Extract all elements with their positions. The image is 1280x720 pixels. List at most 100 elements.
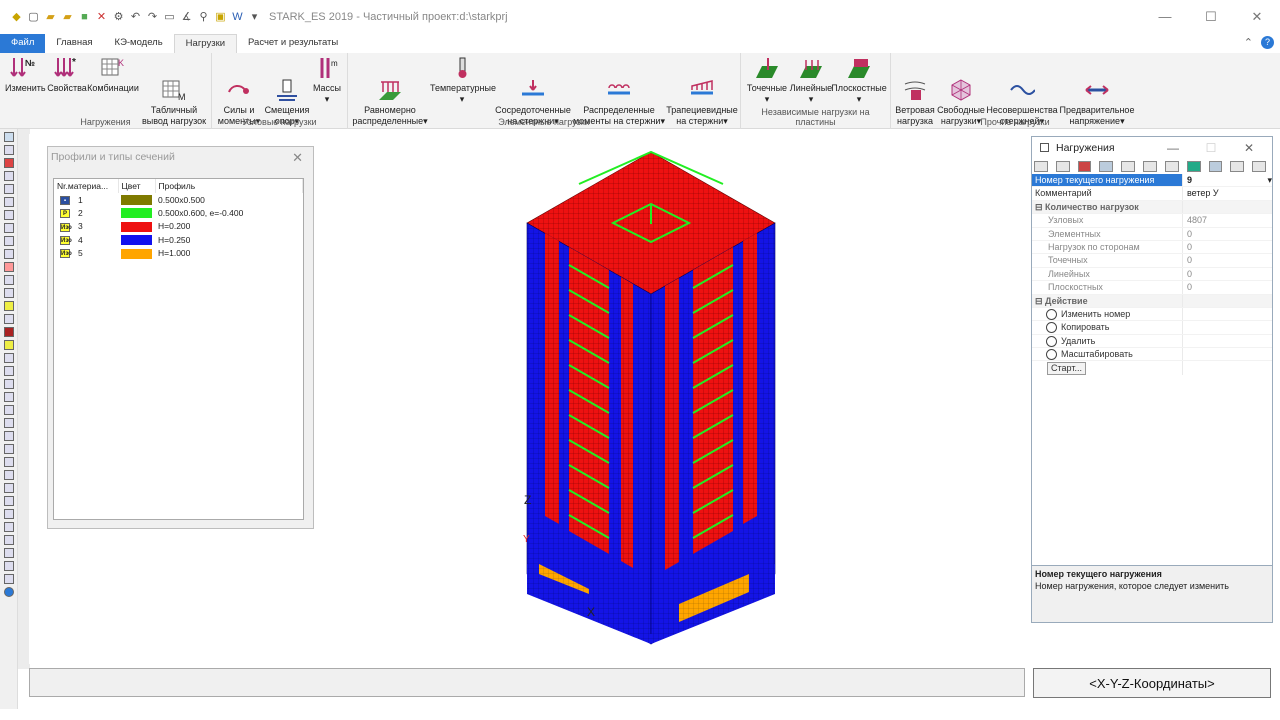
tool-icon[interactable]: [1164, 161, 1179, 172]
maximize-icon[interactable]: ☐: [1192, 137, 1230, 159]
column-header[interactable]: Nr.материа...: [54, 179, 119, 193]
comment-row[interactable]: Комментарий ветер У: [1032, 187, 1272, 201]
tool-icon[interactable]: [4, 171, 14, 181]
tool-icon[interactable]: [4, 366, 14, 376]
new-icon[interactable]: ▢: [27, 11, 40, 24]
action-radio-delete[interactable]: Удалить: [1032, 334, 1272, 349]
tool-icon[interactable]: [1099, 161, 1114, 172]
collapse-icon[interactable]: ⊟: [1035, 202, 1045, 212]
tool-icon[interactable]: [4, 132, 14, 142]
column-header[interactable]: Цвет: [118, 179, 156, 193]
tool-icon[interactable]: [4, 418, 14, 428]
tool-icon[interactable]: [1034, 161, 1048, 172]
tool-icon[interactable]: [4, 223, 14, 233]
close-icon[interactable]: ✕: [292, 147, 303, 168]
tool-icon[interactable]: [4, 522, 14, 532]
tab-file[interactable]: Файл: [0, 34, 46, 53]
help-icon[interactable]: ?: [1261, 36, 1274, 49]
line-loads-button[interactable]: Линейные ▾: [789, 56, 833, 105]
category-action[interactable]: ⊟ Действие: [1032, 294, 1272, 308]
undo-icon[interactable]: ↶: [129, 11, 142, 24]
tool-icon[interactable]: [4, 184, 14, 194]
delete-icon[interactable]: ✕: [95, 11, 108, 24]
tool-icon[interactable]: [4, 574, 14, 584]
tool-icon[interactable]: [4, 340, 14, 350]
close-icon[interactable]: ✕: [1230, 137, 1268, 159]
tool-icon[interactable]: [4, 483, 14, 493]
tool-icon[interactable]: [1186, 161, 1201, 172]
tool-icon[interactable]: [4, 353, 14, 363]
tool-icon[interactable]: [4, 197, 14, 207]
table-row[interactable]: Изо 4 H=0.250: [54, 233, 303, 246]
tool-icon[interactable]: [1230, 161, 1245, 172]
radio-button[interactable]: [1046, 349, 1057, 361]
table-row[interactable]: ▪ 1 0.500x0.500: [54, 193, 303, 206]
action-radio-scale[interactable]: Масштабировать: [1032, 348, 1272, 362]
tool-icon[interactable]: [4, 262, 14, 272]
tool-icon[interactable]: [1077, 161, 1092, 172]
redo-icon[interactable]: ↷: [146, 11, 159, 24]
chevron-down-icon[interactable]: ▾: [1267, 174, 1272, 186]
tool-icon[interactable]: [4, 301, 14, 311]
tool-icon[interactable]: [4, 457, 14, 467]
temperature-button[interactable]: Температурные ▾: [430, 56, 496, 105]
action-radio-rename[interactable]: Изменить номер: [1032, 307, 1272, 322]
info-icon[interactable]: [4, 587, 14, 597]
tool-icon[interactable]: [4, 444, 14, 454]
word-icon[interactable]: W: [231, 11, 244, 24]
category-counts[interactable]: ⊟ Количество нагрузок: [1032, 200, 1272, 215]
table-row[interactable]: P2 0.500x0.600, e=-0.400: [54, 206, 303, 219]
table-row[interactable]: Изо 5 H=1.000: [54, 247, 303, 260]
tool-icon[interactable]: [1208, 161, 1223, 172]
tab-fe-model[interactable]: КЭ-модель: [104, 34, 174, 53]
minimize-icon[interactable]: —: [1154, 137, 1192, 159]
tool-icon[interactable]: [4, 561, 14, 571]
close-button[interactable]: ✕: [1234, 0, 1280, 34]
current-load-value[interactable]: 9 ▾: [1182, 174, 1272, 187]
current-load-row[interactable]: Номер текущего нагружения 9 ▾: [1032, 174, 1272, 188]
radio-button[interactable]: [1046, 335, 1057, 347]
tool-icon[interactable]: [4, 236, 14, 246]
tab-results[interactable]: Расчет и результаты: [237, 34, 349, 53]
dropdown-icon[interactable]: ▾: [248, 11, 261, 24]
tool-icon[interactable]: [4, 431, 14, 441]
tool-icon[interactable]: [4, 288, 14, 298]
tool-icon[interactable]: [4, 275, 14, 285]
collapse-icon[interactable]: ⊟: [1035, 296, 1045, 306]
save-icon[interactable]: ■: [78, 11, 91, 24]
combinations-button[interactable]: K Комбинации: [86, 56, 140, 94]
zoom-icon[interactable]: ⚲: [197, 11, 210, 24]
tool-icon[interactable]: [1252, 161, 1266, 172]
column-header[interactable]: Профиль: [155, 179, 303, 193]
tool-icon[interactable]: [4, 314, 14, 324]
tool-icon[interactable]: [4, 249, 14, 259]
tool-icon[interactable]: [1055, 161, 1070, 172]
open-icon[interactable]: ▰: [44, 11, 57, 24]
print-icon[interactable]: ▭: [163, 11, 176, 24]
area-loads-button[interactable]: Плоскостные ▾: [831, 56, 887, 105]
edit-button[interactable]: № Изменить: [5, 56, 46, 94]
tool-icon[interactable]: [4, 379, 14, 389]
tool-icon[interactable]: [4, 548, 14, 558]
masses-button[interactable]: m Массы ▾: [310, 56, 344, 105]
tool-icon[interactable]: [4, 145, 14, 155]
measure-icon[interactable]: ∡: [180, 11, 193, 24]
radio-button[interactable]: [1046, 322, 1057, 334]
collapse-ribbon-icon[interactable]: ⌃: [1244, 36, 1253, 49]
tool-icon[interactable]: [1143, 161, 1157, 172]
properties-button[interactable]: * Свойства: [46, 56, 88, 94]
tool-icon[interactable]: [4, 158, 14, 168]
tool-icon[interactable]: [4, 509, 14, 519]
table-row[interactable]: Изо 3 H=0.200: [54, 220, 303, 233]
tool-icon[interactable]: [4, 535, 14, 545]
radio-button[interactable]: [1046, 309, 1057, 321]
minimize-button[interactable]: —: [1142, 0, 1188, 34]
open-folder-icon[interactable]: ▰: [61, 11, 74, 24]
image-icon[interactable]: ▣: [214, 11, 227, 24]
action-radio-copy[interactable]: Копировать: [1032, 321, 1272, 335]
maximize-button[interactable]: ☐: [1188, 0, 1234, 34]
tool-icon[interactable]: [4, 392, 14, 402]
tool-icon[interactable]: [1121, 161, 1136, 172]
tab-home[interactable]: Главная: [45, 34, 103, 53]
tool-icon[interactable]: [4, 496, 14, 506]
